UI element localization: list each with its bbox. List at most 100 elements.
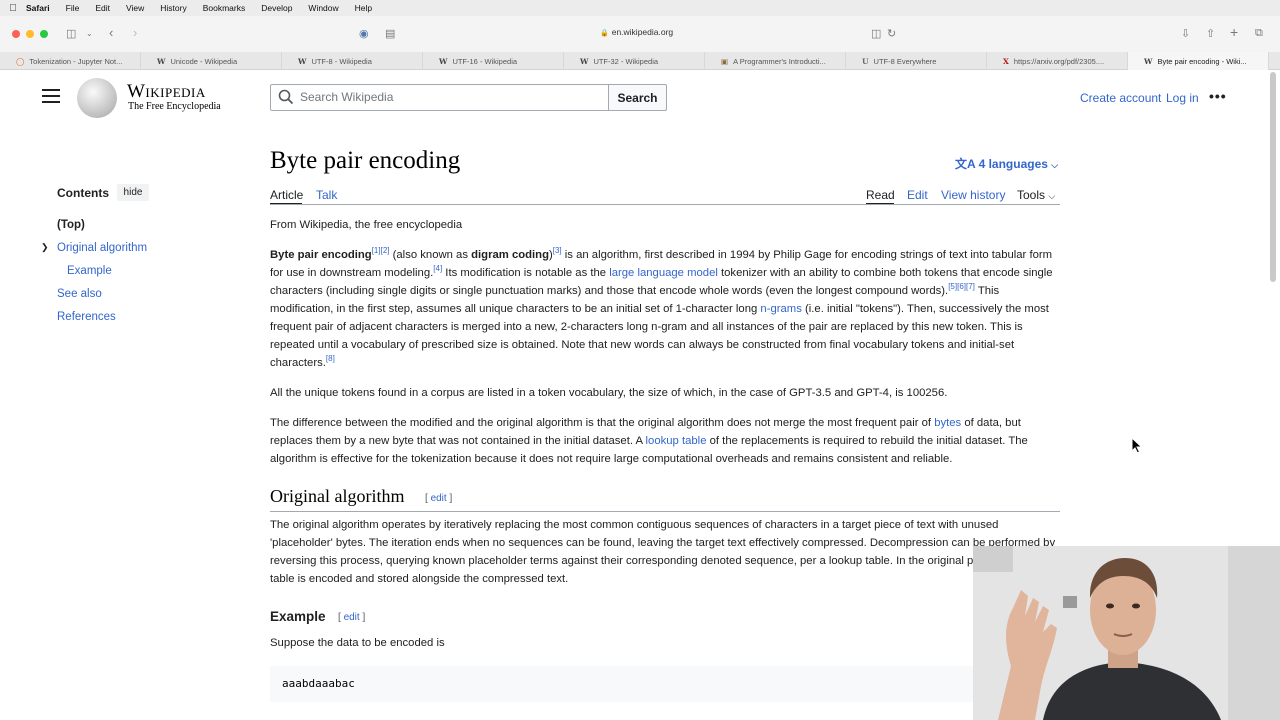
more-options-icon[interactable]: •••	[1209, 88, 1227, 104]
edit-section-link[interactable]: [ edit ]	[338, 612, 365, 623]
lock-icon: 🔒	[600, 30, 609, 37]
tab-edit[interactable]: Edit	[907, 188, 928, 202]
tab-byte-pair-encoding[interactable]: W Byte pair encoding - Wiki...	[1128, 52, 1269, 70]
citation[interactable]: [1][2]	[372, 246, 390, 255]
tab-utf32[interactable]: W UTF-32 - Wikipedia	[564, 52, 705, 70]
webcam-overlay	[973, 546, 1280, 720]
wikipedia-wordmark[interactable]: Wikipedia	[127, 81, 206, 103]
heading-example: Example	[270, 609, 326, 624]
forward-icon[interactable]: ›	[133, 25, 137, 40]
link-large-language-model[interactable]: large language model	[609, 267, 718, 279]
tab-unicode[interactable]: W Unicode - Wikipedia	[141, 52, 282, 70]
toc-item-example[interactable]: Example	[67, 265, 112, 277]
menu-file[interactable]: File	[66, 3, 80, 13]
zoom-window-button[interactable]	[40, 30, 48, 38]
tab-programmers-intro[interactable]: ▣ A Programmer's Introducti...	[705, 52, 846, 70]
toc-title: Contents	[57, 186, 109, 200]
tab-arxiv[interactable]: Xhttps://arxiv.org/pdf/2305....	[987, 52, 1128, 70]
tab-overview-icon[interactable]: ⧉	[1255, 27, 1263, 40]
toc-item-references[interactable]: References	[57, 311, 116, 323]
tab-read[interactable]: Read	[866, 188, 895, 202]
tab-label: Byte pair encoding - Wiki...	[1157, 56, 1247, 66]
tab-label: Tokenization - Jupyter Not...	[29, 56, 123, 66]
toc-hide-button[interactable]: hide	[117, 184, 149, 201]
main-menu-icon[interactable]	[42, 89, 60, 103]
tab-tools[interactable]: Tools ⌵	[1017, 188, 1055, 202]
example-intro: Suppose the data to be encoded is	[270, 637, 445, 649]
menu-safari[interactable]: Safari	[26, 3, 50, 13]
tab-view-history[interactable]: View history	[941, 188, 1005, 202]
link-lookup-table[interactable]: lookup table	[646, 435, 707, 447]
menu-bookmarks[interactable]: Bookmarks	[203, 3, 246, 13]
heading-original-algorithm: Original algorithm	[270, 486, 405, 506]
code-block	[270, 666, 1060, 702]
sidebar-icon[interactable]: ◫	[66, 27, 76, 40]
jupyter-icon: ◯	[16, 56, 25, 66]
tab-label: A Programmer's Introducti...	[733, 56, 826, 66]
search-icon	[278, 89, 294, 105]
link-n-grams[interactable]: n-grams	[760, 303, 801, 315]
tab-utf16[interactable]: W UTF-16 - Wikipedia	[423, 52, 564, 70]
tab-label: UTF-8 Everywhere	[873, 56, 937, 66]
tab-talk[interactable]: Talk	[316, 188, 337, 202]
reload-icon[interactable]: ↻	[887, 27, 896, 40]
utf8-icon: U	[862, 56, 869, 66]
scrollbar[interactable]	[1270, 72, 1276, 282]
wikipedia-logo-icon[interactable]	[77, 78, 117, 118]
login-link[interactable]: Log in	[1166, 91, 1199, 105]
privacy-icon[interactable]: ◉	[359, 27, 369, 40]
tools-label: Tools	[1017, 188, 1046, 202]
translate-icon[interactable]: ◫	[871, 27, 881, 40]
share-icon[interactable]: ⇧	[1206, 27, 1215, 40]
back-icon[interactable]: ‹	[109, 25, 113, 40]
citation[interactable]: [3]	[553, 246, 562, 255]
tab-bar: ◯ Tokenization - Jupyter Not... W Unicode …	[0, 52, 1280, 70]
menu-history[interactable]: History	[160, 3, 186, 13]
wikipedia-icon: W	[580, 56, 589, 66]
new-tab-icon[interactable]: +	[1230, 24, 1238, 40]
link-bytes[interactable]: bytes	[934, 417, 961, 429]
edit-link-text: edit	[430, 493, 447, 504]
wikipedia-tagline: The Free Encyclopedia	[128, 101, 221, 112]
citation[interactable]: [5][6][7]	[948, 282, 975, 291]
search-button[interactable]: Search	[608, 84, 667, 111]
chevron-down-icon: ⌵	[1051, 160, 1059, 170]
close-window-button[interactable]	[12, 30, 20, 38]
citation[interactable]: [4]	[433, 264, 442, 273]
search-input[interactable]: Search Wikipedia	[300, 90, 393, 104]
language-selector[interactable]: 文​A 4 languages ⌵	[955, 155, 1058, 172]
apple-icon[interactable]: 	[0, 3, 26, 14]
tab-label: Unicode - Wikipedia	[170, 56, 238, 66]
arxiv-icon: X	[1003, 56, 1009, 66]
paragraph-text: The difference between the modified and …	[270, 417, 935, 429]
toc-item-original-algorithm[interactable]: Original algorithm	[57, 242, 147, 254]
menu-help[interactable]: Help	[355, 3, 372, 13]
tab-utf8-everywhere[interactable]: U UTF-8 Everywhere	[846, 52, 987, 70]
tab-label: UTF-16 - Wikipedia	[452, 56, 518, 66]
section-divider	[270, 511, 1060, 512]
chevron-down-icon[interactable]: ⌄	[86, 29, 93, 38]
tab-jupyter[interactable]: ◯ Tokenization - Jupyter Not...	[0, 52, 141, 70]
language-count: 4 languages	[978, 157, 1048, 171]
menu-window[interactable]: Window	[308, 3, 338, 13]
tab-label: UTF-8 - Wikipedia	[311, 56, 372, 66]
menu-view[interactable]: View	[126, 3, 144, 13]
page-menu-icon[interactable]: ▤	[385, 27, 395, 40]
tab-utf8[interactable]: W UTF-8 - Wikipedia	[282, 52, 423, 70]
original-algorithm-paragraph: The original algorithm operates by itera…	[270, 519, 1056, 585]
toc-item-see-also[interactable]: See also	[57, 288, 102, 300]
create-account-link[interactable]: Create account	[1080, 91, 1161, 105]
chevron-down-icon[interactable]: ❯	[41, 242, 49, 253]
toc-item-top[interactable]: (Top)	[57, 219, 85, 231]
menu-edit[interactable]: Edit	[95, 3, 110, 13]
tab-article[interactable]: Article	[270, 188, 303, 202]
edit-section-link[interactable]: [ edit ]	[425, 493, 452, 504]
citation[interactable]: [8]	[326, 354, 335, 363]
download-icon[interactable]: ⇩	[1181, 27, 1190, 40]
page-title: Byte pair encoding	[270, 147, 461, 174]
address-bar[interactable]: 🔒 en.wikipedia.org	[600, 27, 673, 37]
menu-develop[interactable]: Develop	[261, 3, 292, 13]
minimize-window-button[interactable]	[26, 30, 34, 38]
window-controls	[12, 30, 54, 38]
browser-toolbar: ◫ ⌄ ‹ › ◉ ▤ 🔒 en.wikipedia.org ◫ ↻ ⇩ ⇧ + …	[0, 16, 1280, 52]
